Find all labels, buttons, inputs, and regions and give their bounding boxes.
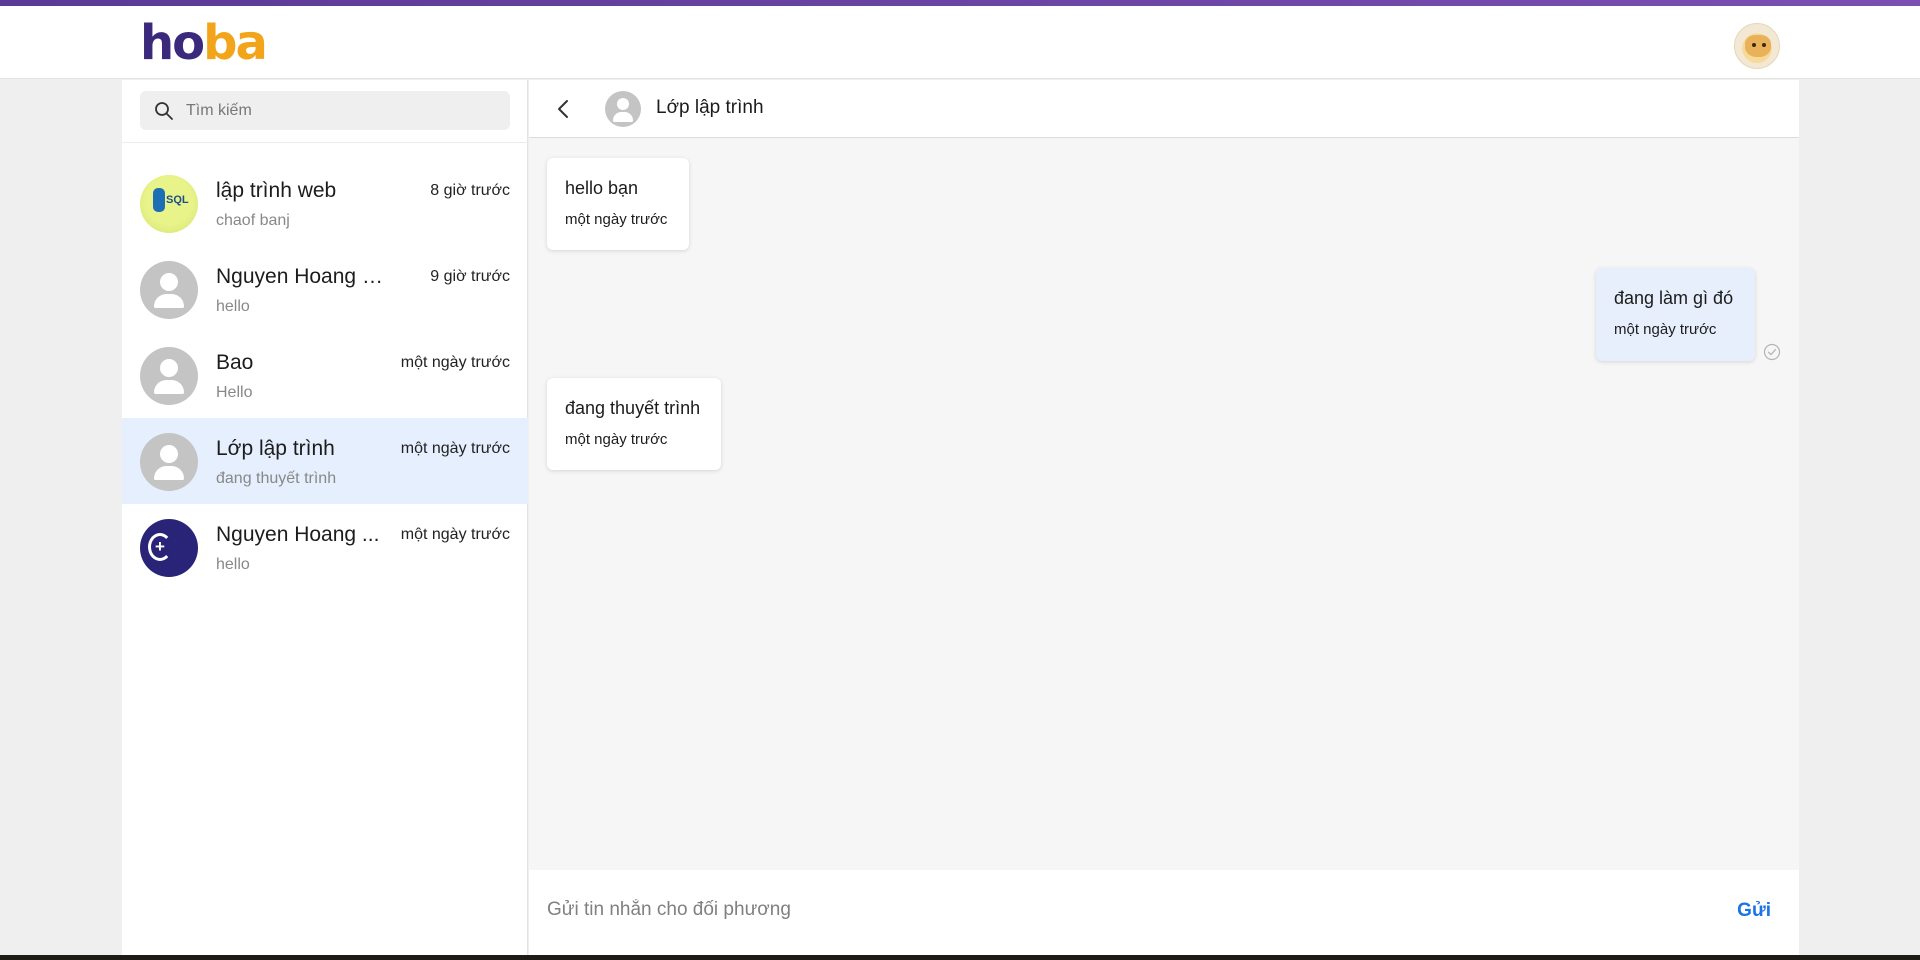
conversation-time: một ngày trước — [400, 526, 510, 543]
chat-title: Lớp lập trình — [656, 97, 764, 118]
conversation-time: 8 giờ trước — [430, 182, 510, 199]
conversation-name: Nguyen Hoang ... — [216, 523, 380, 546]
avatar-face-shape — [1745, 35, 1771, 57]
message-text: hello bạn — [565, 178, 639, 198]
logo-letter-h: h — [140, 15, 174, 71]
app-header: hoba — [0, 6, 1920, 79]
hoba-logo[interactable]: hoba — [140, 15, 268, 71]
conversation-preview: chaof banj — [216, 212, 290, 229]
conversation-name: Nguyen Hoang Bao — [216, 265, 396, 288]
bottom-edge-bar — [0, 955, 1920, 960]
sql-logo-avatar: SQL — [140, 175, 198, 233]
chat-panel: Lớp lập trình hello bạn một ngày trước đ… — [529, 80, 1799, 955]
message-text: đang thuyết trình — [565, 398, 701, 418]
conversation-name: Lớp lập trình — [216, 437, 335, 460]
conversation-preview: đang thuyết trình — [216, 470, 337, 487]
conversation-name: lập trình web — [216, 179, 337, 202]
avatar-eye-right — [1762, 43, 1766, 47]
conversation-time: 9 giờ trước — [430, 268, 510, 285]
conversation-item[interactable]: + Nguyen Hoang ... một ngày trước hello — [122, 504, 528, 590]
logo-letter-a: a — [235, 15, 268, 71]
message-composer: Gửi — [529, 870, 1799, 955]
conversation-preview: hello — [216, 556, 250, 573]
search-input[interactable] — [186, 91, 496, 130]
conversation-preview: Hello — [216, 384, 253, 401]
conversation-list: SQL lập trình web 8 giờ trước chaof banj… — [122, 160, 528, 590]
conversation-time: một ngày trước — [400, 440, 510, 457]
message-time: một ngày trước — [565, 431, 668, 448]
database-icon — [153, 188, 165, 212]
sidebar-divider — [122, 142, 528, 143]
conversation-item[interactable]: SQL lập trình web 8 giờ trước chaof banj — [122, 160, 528, 246]
conversation-item[interactable]: Nguyen Hoang Bao 9 giờ trước hello — [122, 246, 528, 332]
conversation-name: Bao — [216, 351, 254, 374]
search-icon — [155, 102, 173, 120]
cpp-logo-avatar: + — [140, 519, 198, 577]
sql-logo-text: SQL — [166, 194, 189, 206]
message-input[interactable] — [547, 890, 1647, 930]
chat-header: Lớp lập trình — [529, 80, 1799, 138]
default-user-icon — [140, 261, 198, 319]
logo-letter-b: b — [203, 15, 237, 71]
message-time: một ngày trước — [1614, 321, 1717, 338]
seen-check-icon — [1763, 343, 1781, 361]
avatar-eye-left — [1752, 43, 1756, 47]
conversation-item[interactable]: Bao một ngày trước Hello — [122, 332, 528, 418]
message-text: đang làm gì đó — [1614, 288, 1734, 308]
message-bubble-outgoing: đang làm gì đó một ngày trước — [1596, 268, 1755, 361]
default-user-icon — [140, 347, 198, 405]
default-user-icon — [140, 433, 198, 491]
conversation-preview: hello — [216, 298, 250, 315]
conversation-item-active[interactable]: Lớp lập trình một ngày trước đang thuyết… — [122, 418, 528, 504]
message-bubble-incoming: đang thuyết trình một ngày trước — [547, 378, 721, 470]
message-bubble-incoming: hello bạn một ngày trước — [547, 158, 689, 250]
send-button[interactable]: Gửi — [1737, 900, 1771, 922]
conversation-sidebar: SQL lập trình web 8 giờ trước chaof banj… — [122, 80, 528, 955]
cpp-logo-mark: + — [155, 537, 165, 556]
conversation-time: một ngày trước — [400, 354, 510, 371]
logo-letter-o: o — [172, 15, 205, 71]
message-time: một ngày trước — [565, 211, 668, 228]
search-box — [140, 91, 510, 130]
chat-avatar-icon — [605, 91, 641, 127]
user-avatar-icon[interactable] — [1734, 23, 1780, 69]
chevron-left-icon[interactable] — [554, 97, 574, 121]
